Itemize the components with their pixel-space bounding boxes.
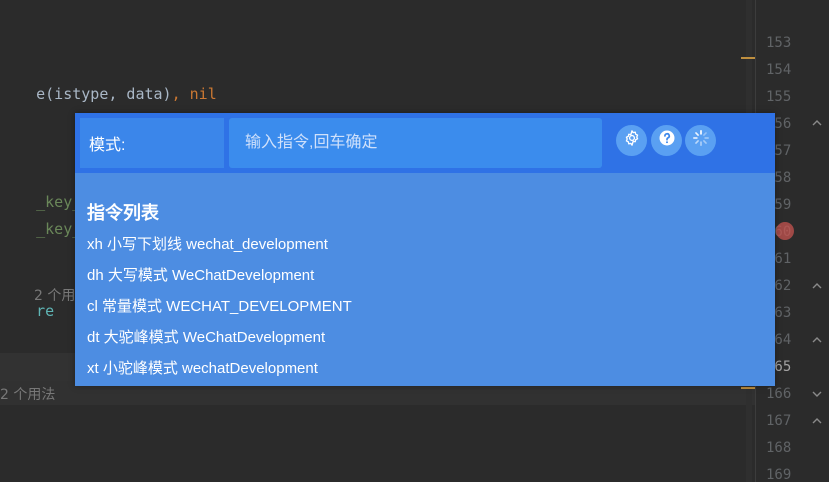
command-item[interactable]: xh 小写下划线 wechat_development: [87, 233, 328, 254]
command-list-title: 指令列表: [87, 203, 159, 223]
line-number: 166: [766, 386, 792, 402]
usage-hint[interactable]: 2 个用法: [0, 384, 55, 404]
command-item[interactable]: xt 小驼峰模式 wechatDevelopment: [87, 357, 318, 378]
command-input[interactable]: [229, 118, 602, 168]
line-number: 167: [766, 413, 792, 429]
fold-up-icon[interactable]: [812, 118, 822, 128]
gear-icon: [623, 129, 641, 152]
loading-icon: [692, 129, 710, 152]
mode-label: 模式:: [80, 118, 224, 168]
command-item[interactable]: dh 大写模式 WeChatDevelopment: [87, 264, 314, 285]
code-token: e(istype, data): [36, 85, 172, 103]
scroll-marker: [741, 57, 755, 59]
command-item[interactable]: dt 大驼峰模式 WeChatDevelopment: [87, 326, 325, 347]
line-number: 169: [766, 467, 792, 482]
fold-up-icon[interactable]: [812, 335, 822, 345]
help-icon: [658, 129, 676, 152]
command-palette: 模式: 输入指令,回车确定 指令列表 xh 小写下划线 wechat_devel…: [75, 113, 775, 386]
scroll-marker: [741, 387, 755, 389]
line-number: 155: [766, 89, 792, 105]
fold-up-icon[interactable]: [812, 281, 822, 291]
code-token: ,: [171, 85, 190, 103]
breakpoint-icon[interactable]: [776, 222, 794, 240]
command-item[interactable]: cl 常量模式 WECHAT_DEVELOPMENT: [87, 295, 352, 316]
fold-up-icon[interactable]: [812, 416, 822, 426]
usage-hint[interactable]: 2 个用: [34, 285, 75, 305]
line-number: 168: [766, 440, 792, 456]
loading-button[interactable]: [685, 125, 716, 156]
line-number: 153: [766, 35, 792, 51]
help-button[interactable]: [651, 125, 682, 156]
settings-button[interactable]: [616, 125, 647, 156]
command-list: 指令列表 xh 小写下划线 wechat_development dh 大写模式…: [75, 173, 775, 386]
fold-down-icon[interactable]: [812, 389, 822, 399]
line-number: 154: [766, 62, 792, 78]
command-bar: 模式:: [75, 113, 775, 173]
code-token: nil: [189, 85, 217, 103]
